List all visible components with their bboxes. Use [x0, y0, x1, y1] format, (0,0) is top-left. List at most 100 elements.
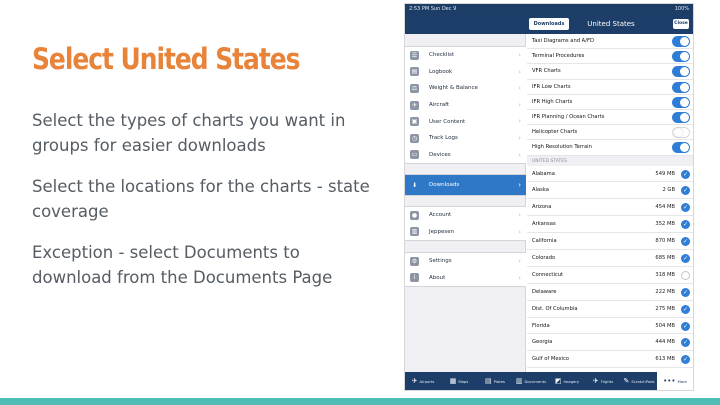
sidebar-item-user-content[interactable]: ▣ User Content ›	[405, 113, 526, 130]
state-row[interactable]: Delaware 222 MB ✓	[527, 284, 693, 301]
airport-icon: ✈	[411, 377, 418, 385]
state-size: 2 GB	[662, 187, 675, 194]
sidebar-item-checklist[interactable]: ☰ Checklist ›	[405, 47, 526, 64]
state-row[interactable]: Gulf of Mexico 613 MB ✓	[527, 351, 693, 369]
section-header: UNITED STATES	[527, 155, 693, 166]
state-row[interactable]: Georgia 444 MB ✓	[527, 334, 693, 352]
accent-bar	[0, 398, 720, 405]
tab-more[interactable]: ••• More	[657, 372, 693, 390]
flights-icon: ✈	[592, 377, 599, 385]
state-size: 352 MB	[655, 221, 675, 228]
logbook-icon: ▤	[410, 67, 419, 77]
close-button[interactable]: Close	[673, 19, 689, 29]
account-icon: ●	[410, 210, 419, 220]
sidebar-item-label: Logbook	[429, 68, 453, 75]
chevron-right-icon: ›	[518, 67, 521, 76]
tab-flights[interactable]: ✈ Flights	[585, 372, 621, 390]
sidebar-item-label: Account	[429, 212, 452, 219]
tab-scratchpads[interactable]: ✎ ScratchPads	[621, 372, 657, 390]
state-name: Delaware	[532, 288, 557, 295]
state-row[interactable]: California 870 MB ✓	[527, 233, 693, 250]
track-logs-icon: ◷	[410, 133, 419, 143]
checkmark-icon[interactable]: ✓	[681, 220, 690, 230]
chevron-right-icon: ›	[518, 150, 521, 159]
chevron-right-icon: ›	[518, 117, 521, 126]
plates-icon: ▤	[484, 377, 492, 385]
checkmark-icon[interactable]: ✓	[681, 321, 690, 331]
chart-type-label: Terminal Procedures	[532, 53, 585, 60]
chart-type-label: Helicopter Charts	[532, 129, 578, 136]
state-row[interactable]: Dist. Of Columbia 275 MB ✓	[527, 301, 693, 318]
sidebar-item-label: Jeppesen	[429, 228, 455, 235]
state-row[interactable]: Connecticut 318 MB ✓	[527, 267, 693, 284]
state-name: Dist. Of Columbia	[532, 305, 578, 312]
sidebar-group-account: ● Account › ▥ Jeppesen ›	[405, 206, 526, 242]
more-icon: •••	[663, 377, 676, 385]
tab-label: ScratchPads	[631, 378, 655, 384]
state-size: 222 MB	[655, 288, 675, 295]
state-name: Arizona	[532, 204, 552, 211]
state-row[interactable]: Florida 504 MB ✓	[527, 318, 693, 335]
tab-label: Maps	[458, 378, 469, 384]
tab-plates[interactable]: ▤ Plates	[477, 372, 513, 390]
checkmark-icon[interactable]: ✓	[681, 287, 690, 297]
state-size: 549 MB	[655, 170, 675, 177]
maps-icon: ▦	[449, 377, 457, 385]
sidebar-item-aircraft[interactable]: ✈ Aircraft ›	[405, 97, 526, 114]
sidebar-item-account[interactable]: ● Account ›	[405, 207, 526, 224]
state-name: Connecticut	[532, 271, 564, 278]
chart-type-toggle[interactable]	[672, 127, 690, 139]
tab-documents[interactable]: ▥ Documents	[513, 372, 549, 390]
sidebar-item-about[interactable]: i About ›	[405, 270, 526, 287]
state-name: Colorado	[532, 254, 556, 261]
checkmark-icon[interactable]: ✓	[681, 186, 690, 196]
sidebar-item-label: About	[429, 274, 446, 281]
bullet-exception: Exception - select Documents to download…	[32, 243, 333, 287]
checkmark-icon[interactable]: ✓	[681, 355, 690, 365]
tab-airports[interactable]: ✈ Airports	[405, 372, 441, 390]
chart-type-toggle[interactable]	[672, 51, 690, 63]
downloads-button[interactable]: Downloads	[529, 18, 569, 30]
checkmark-icon[interactable]: ✓	[681, 237, 690, 247]
sidebar-item-devices[interactable]: ▭ Devices ›	[405, 147, 526, 164]
sidebar-item-track-logs[interactable]: ◷ Track Logs ›	[405, 130, 526, 147]
checkmark-icon[interactable]: ✓	[681, 304, 690, 314]
tab-maps[interactable]: ▦ Maps	[441, 372, 477, 390]
bullet-chart-types: Select the types of charts you want in g…	[32, 111, 346, 155]
documents-icon: ▥	[515, 377, 523, 385]
slide-bullets: Select the types of charts you want in g…	[32, 108, 382, 306]
sidebar-item-label: Settings	[429, 258, 452, 265]
checkmark-icon[interactable]: ✓	[681, 270, 690, 280]
tab-imagery[interactable]: ◩ Imagery	[549, 372, 585, 390]
state-name: Alabama	[532, 170, 555, 177]
sidebar-item-label: Track Logs	[429, 135, 458, 142]
checkmark-icon[interactable]: ✓	[681, 253, 690, 263]
chart-type-toggle[interactable]	[672, 96, 690, 108]
chart-type-row: IFR High Charts	[527, 95, 693, 110]
checkmark-icon[interactable]: ✓	[681, 169, 690, 179]
user-content-icon: ▣	[410, 117, 419, 127]
state-name: Arkansas	[532, 221, 556, 228]
chart-type-toggle[interactable]	[672, 142, 690, 154]
state-row[interactable]: Alaska 2 GB ✓	[527, 182, 693, 200]
state-row[interactable]: Colorado 685 MB ✓	[527, 250, 693, 267]
battery-level: 100%	[674, 6, 689, 12]
sidebar-item-weight-balance[interactable]: ⚖ Weight & Balance ›	[405, 80, 526, 97]
checkmark-icon[interactable]: ✓	[681, 203, 690, 213]
chart-type-toggle[interactable]	[672, 111, 690, 123]
state-name: Gulf of Mexico	[532, 356, 569, 363]
state-row[interactable]: Arkansas 352 MB ✓	[527, 216, 693, 234]
chart-type-toggle[interactable]	[672, 36, 690, 47]
sidebar-item-jeppesen[interactable]: ▥ Jeppesen ›	[405, 224, 526, 241]
state-row[interactable]: Arizona 454 MB ✓	[527, 199, 693, 217]
sidebar-item-settings[interactable]: ⚙ Settings ›	[405, 253, 526, 270]
sidebar-item-logbook[interactable]: ▤ Logbook ›	[405, 64, 526, 81]
chart-type-toggle[interactable]	[672, 81, 690, 93]
chart-type-toggle[interactable]	[672, 66, 690, 78]
imagery-icon: ◩	[554, 377, 562, 385]
sidebar-item-downloads[interactable]: ⬇ Downloads ›	[405, 175, 526, 195]
checkmark-icon[interactable]: ✓	[681, 338, 690, 348]
state-row[interactable]: Alabama 549 MB ✓	[527, 166, 693, 183]
state-name: Florida	[532, 322, 550, 329]
bottom-tab-bar: ✈ Airports ▦ Maps ▤ Plates ▥ Documents ◩ Imagery ✈…	[405, 372, 693, 390]
